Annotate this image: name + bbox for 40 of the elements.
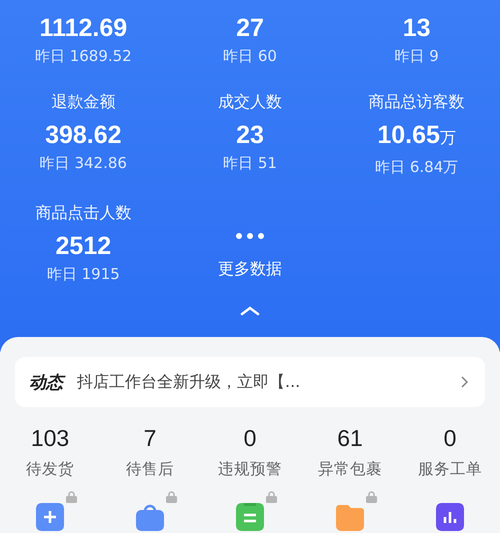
clipboard-icon[interactable] <box>236 503 264 531</box>
metric-value: 1112.69 <box>40 13 128 43</box>
count-label[interactable]: 异常包裹 <box>318 459 382 479</box>
yesterday-value: 昨日 1689.52 <box>34 46 132 66</box>
count-label[interactable]: 待发货 <box>26 459 74 479</box>
yesterday-value: 昨日 6.84万 <box>375 157 458 177</box>
yesterday-value: 昨日 342.86 <box>40 153 127 173</box>
metric-value: 10.65万 <box>377 120 456 151</box>
yesterday-value: 昨日 60 <box>223 46 277 66</box>
count-value[interactable]: 103 <box>30 423 70 453</box>
yesterday-value: 昨日 9 <box>394 46 439 66</box>
metric-value: 398.62 <box>45 120 122 150</box>
count-label[interactable]: 待售后 <box>126 459 174 479</box>
count-value[interactable]: 61 <box>337 423 363 453</box>
news-tag-label: 动态 <box>29 370 63 394</box>
plus-icon[interactable] <box>36 503 64 531</box>
news-text: 抖店工作台全新升级，立即【... <box>77 372 302 392</box>
bar-chart-icon[interactable] <box>436 503 464 531</box>
bag-icon[interactable] <box>136 503 164 531</box>
metric-label: 商品总访客数 <box>368 92 465 112</box>
count-label[interactable]: 服务工单 <box>418 459 482 479</box>
count-value[interactable]: 7 <box>144 423 156 453</box>
metric-value: 27 <box>236 13 264 43</box>
folder-icon[interactable] <box>336 503 364 531</box>
chevron-right-icon <box>461 376 469 388</box>
metric-value: 2512 <box>56 231 112 261</box>
count-value[interactable]: 0 <box>244 423 256 453</box>
more-data-link[interactable]: 更多数据 <box>218 259 282 279</box>
count-label[interactable]: 违规预警 <box>218 459 282 479</box>
collapse-chevron-icon[interactable] <box>240 306 260 316</box>
news-bar[interactable]: 动态 抖店工作台全新升级，立即【... <box>15 357 485 407</box>
metric-label: 成交人数 <box>218 92 282 112</box>
metric-value: 13 <box>402 13 431 43</box>
metric-label: 退款金额 <box>51 92 116 112</box>
metric-label: 商品点击人数 <box>35 203 132 223</box>
count-value[interactable]: 0 <box>444 423 456 453</box>
yesterday-value: 昨日 1915 <box>46 264 120 284</box>
yesterday-value: 昨日 51 <box>223 153 277 173</box>
more-dots-icon <box>236 233 264 239</box>
metric-value: 23 <box>236 120 264 150</box>
